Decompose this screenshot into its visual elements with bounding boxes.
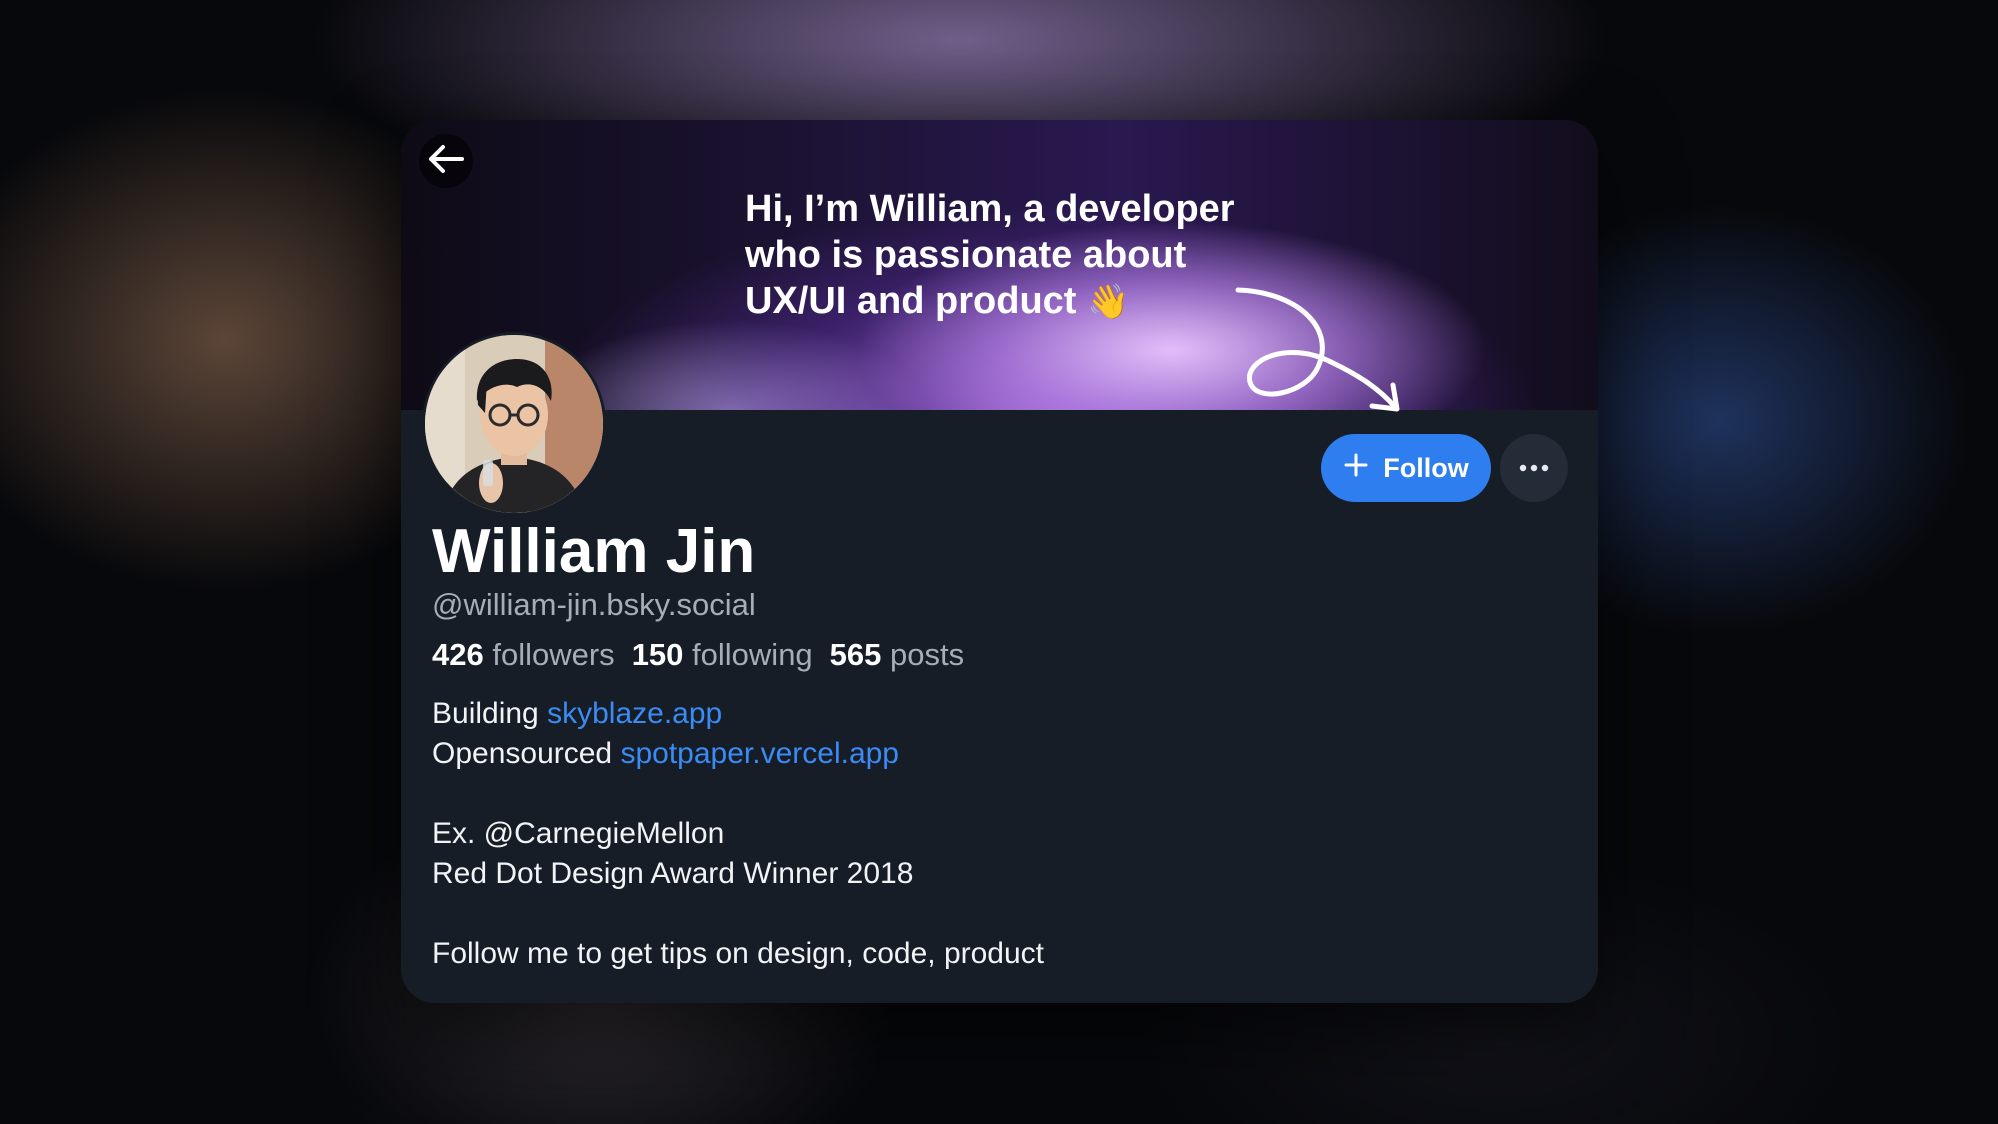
back-button[interactable] xyxy=(419,134,473,188)
banner-line-3-text: UX/UI and product xyxy=(745,280,1077,322)
curly-arrow-icon xyxy=(1226,282,1426,417)
profile-bio: Building skyblaze.app Opensourced spotpa… xyxy=(432,694,1044,974)
bio-line-tips: Follow me to get tips on design, code, p… xyxy=(432,937,1045,970)
profile-card: Hi, I’m William, a developer who is pass… xyxy=(401,120,1598,1003)
bio-line-opensourced: Opensourced spotpaper.vercel.app xyxy=(432,734,1044,774)
skyblaze-link[interactable]: skyblaze.app xyxy=(547,697,722,730)
profile-handle: @william-jin.bsky.social xyxy=(432,587,756,622)
profile-stats: 426 followers 150 following 565 posts xyxy=(432,635,964,675)
arrow-left-icon xyxy=(426,144,466,179)
ellipsis-icon xyxy=(1519,459,1549,477)
bio-line-education: Ex. @CarnegieMellon xyxy=(432,817,725,850)
follow-button-label: Follow xyxy=(1383,452,1469,483)
banner-line-3: UX/UI and product 👋 xyxy=(745,278,1305,325)
profile-name: William Jin xyxy=(432,517,756,586)
more-options-button[interactable] xyxy=(1500,434,1568,502)
plus-icon xyxy=(1343,452,1369,485)
posts-count: 565 xyxy=(829,637,882,672)
avatar-image xyxy=(425,335,603,513)
following-count: 150 xyxy=(631,637,684,672)
posts-stat: 565 posts xyxy=(830,635,964,675)
followers-count: 426 xyxy=(432,637,484,672)
bio-spacer xyxy=(432,894,1044,934)
bio-line-building: Building skyblaze.app xyxy=(432,694,1044,734)
banner-headline: Hi, I’m William, a developer who is pass… xyxy=(745,186,1305,325)
following-stat[interactable]: 150 following xyxy=(632,635,813,675)
posts-label: posts xyxy=(890,637,965,672)
follow-button[interactable]: Follow xyxy=(1321,434,1491,502)
avatar[interactable] xyxy=(422,332,606,516)
followers-label: followers xyxy=(492,637,615,672)
bio-line-award: Red Dot Design Award Winner 2018 xyxy=(432,857,914,890)
waving-hand-icon: 👋 xyxy=(1087,283,1130,321)
bio-spacer xyxy=(432,774,1044,814)
banner-line-2: who is passionate about xyxy=(745,234,1187,276)
bio-line-1-prefix: Building xyxy=(432,697,539,730)
spotpaper-link[interactable]: spotpaper.vercel.app xyxy=(620,737,899,770)
bio-line-2-prefix: Opensourced xyxy=(432,737,613,770)
banner-line-1: Hi, I’m William, a developer xyxy=(745,188,1235,230)
followers-stat[interactable]: 426 followers xyxy=(432,635,615,675)
following-label: following xyxy=(692,637,813,672)
